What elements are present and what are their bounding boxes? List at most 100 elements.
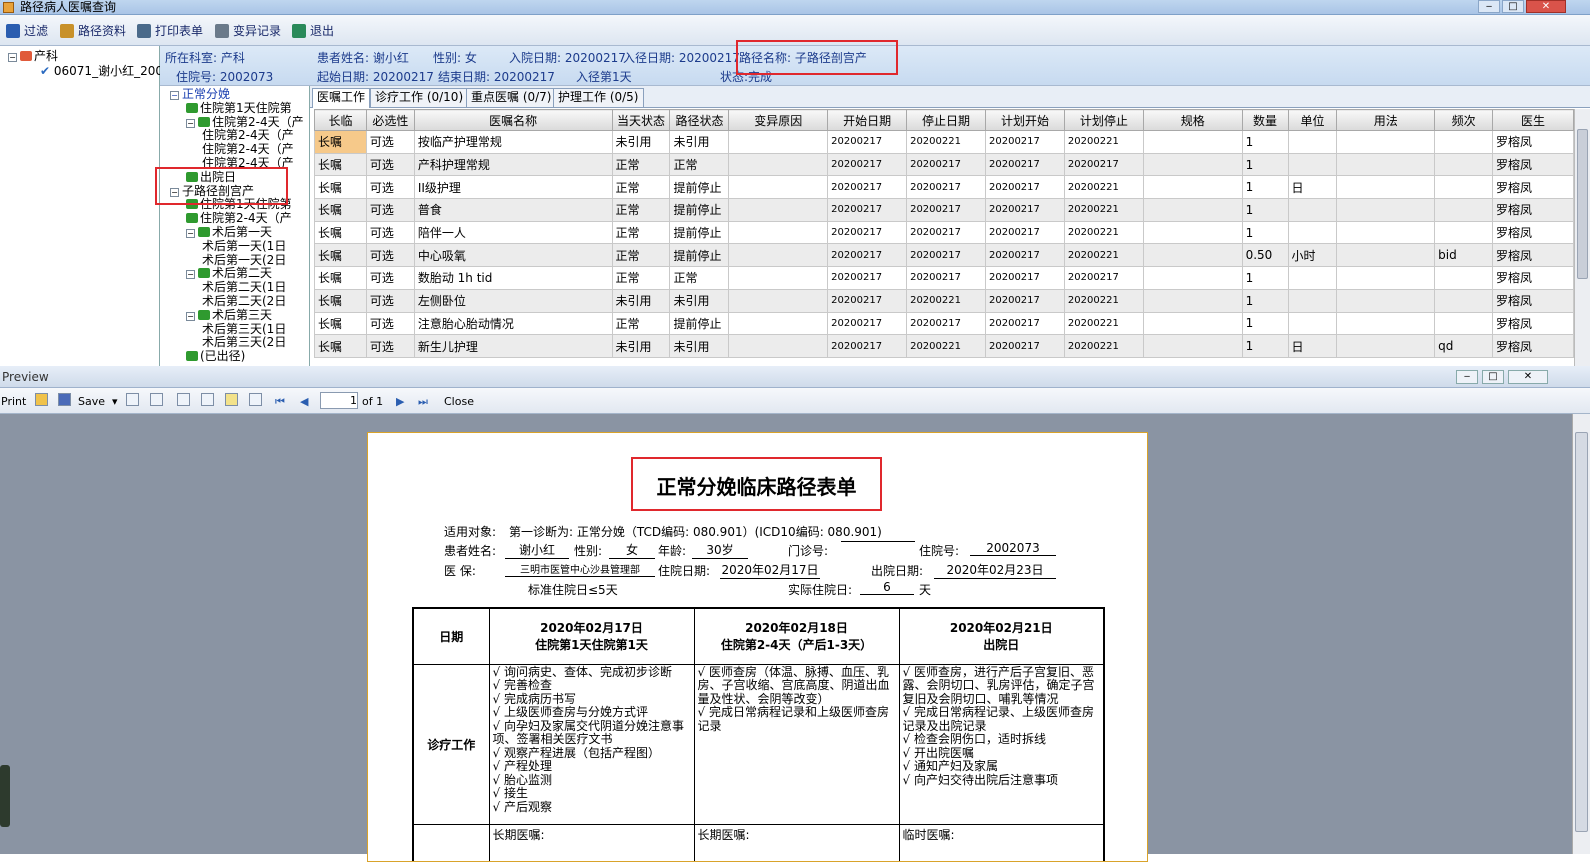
tree-node[interactable]: 住院第1天住院第 <box>186 198 292 211</box>
table-cell[interactable] <box>728 311 829 336</box>
table-cell[interactable] <box>1336 311 1436 336</box>
tree-node[interactable]: 住院第2-4天（产 <box>202 143 294 156</box>
table-cell[interactable]: 可选 <box>365 152 415 177</box>
edit-icon[interactable] <box>225 393 238 406</box>
table-cell[interactable]: 可选 <box>365 334 415 358</box>
table-cell[interactable]: 20200221 <box>906 288 986 313</box>
table-cell[interactable]: 长嘱 <box>314 288 367 313</box>
open-icon[interactable] <box>35 393 48 406</box>
tree-node[interactable]: (已出径) <box>186 350 245 363</box>
table-cell[interactable] <box>1287 220 1338 245</box>
table-cell[interactable] <box>728 334 829 358</box>
table-cell[interactable]: 20200217 <box>906 311 986 336</box>
table-cell[interactable]: 注意胎心胎动情况 <box>413 311 613 336</box>
table-cell[interactable] <box>728 220 829 245</box>
tree-node[interactable]: 术后第三天(1日 <box>202 322 286 336</box>
table-cell[interactable] <box>1336 175 1436 200</box>
tree-node[interactable]: 住院第1天住院第 <box>186 101 292 115</box>
grid-scrollbar[interactable] <box>1574 109 1590 366</box>
table-cell[interactable]: 20200217 <box>827 288 908 313</box>
table-cell[interactable]: 未引用 <box>669 130 730 154</box>
table-cell[interactable]: 长嘱 <box>314 243 367 268</box>
table-cell[interactable]: 1 <box>1241 266 1289 290</box>
table-cell[interactable]: 正常 <box>611 175 671 200</box>
table-cell[interactable] <box>1287 266 1338 290</box>
filter-button[interactable]: 过滤 <box>6 23 48 39</box>
table-cell[interactable]: 长嘱 <box>314 175 367 200</box>
table-cell[interactable] <box>728 288 829 313</box>
print-button[interactable]: Print <box>1 395 26 408</box>
table-cell[interactable]: 未引用 <box>611 334 671 358</box>
column-header[interactable]: 频次 <box>1434 109 1494 131</box>
table-cell[interactable] <box>1142 266 1243 290</box>
table-cell[interactable] <box>1336 266 1436 290</box>
collapse-icon[interactable]: − <box>186 311 195 321</box>
table-cell[interactable]: 未引用 <box>611 130 671 154</box>
table-cell[interactable] <box>1434 198 1494 222</box>
table-cell[interactable] <box>1336 243 1436 268</box>
table-cell[interactable]: 正常 <box>611 198 671 222</box>
save-icon[interactable] <box>58 393 71 406</box>
find-icon[interactable] <box>150 393 163 406</box>
table-cell[interactable]: 可选 <box>365 175 415 200</box>
table-cell[interactable]: 日 <box>1287 334 1338 358</box>
table-cell[interactable]: 20200221 <box>906 130 986 154</box>
table-cell[interactable]: 罗榕凤 <box>1492 130 1574 154</box>
table-cell[interactable] <box>1434 175 1494 200</box>
tab-diagnosis-work[interactable]: 诊疗工作 (0/10) <box>370 88 469 107</box>
table-cell[interactable] <box>728 198 829 222</box>
table-cell[interactable]: 20200217 <box>985 152 1065 177</box>
preview-close-button[interactable]: ✕ <box>1508 370 1548 384</box>
tree-node[interactable]: − 子路径剖宫产 <box>170 184 254 198</box>
table-cell[interactable]: 20200217 <box>1063 266 1144 290</box>
table-cell[interactable] <box>728 152 829 177</box>
table-cell[interactable]: bid <box>1434 243 1494 268</box>
table-cell[interactable]: 20200217 <box>985 220 1065 245</box>
close-window-button[interactable]: ✕ <box>1526 0 1566 13</box>
path-info-button[interactable]: 路径资料 <box>60 23 126 39</box>
tree-node[interactable]: 术后第一天(1日 <box>202 239 286 253</box>
collapse-icon[interactable]: − <box>186 270 195 280</box>
tree-node[interactable]: 住院第2-4天（产 <box>186 212 292 225</box>
tree-node-dept[interactable]: − 产科 <box>8 50 58 63</box>
table-cell[interactable]: 20200217 <box>827 130 908 154</box>
table-cell[interactable]: 20200217 <box>827 198 908 222</box>
table-cell[interactable]: 20200221 <box>1063 334 1144 358</box>
table-cell[interactable]: 20200221 <box>1063 220 1144 245</box>
table-cell[interactable]: 日 <box>1287 175 1338 200</box>
table-cell[interactable] <box>1142 334 1243 358</box>
table-cell[interactable]: 20200217 <box>985 130 1065 154</box>
table-cell[interactable] <box>1434 288 1494 313</box>
table-cell[interactable]: 20200221 <box>1063 243 1144 268</box>
table-cell[interactable]: qd <box>1434 334 1494 358</box>
table-cell[interactable]: 正常 <box>611 220 671 245</box>
table-cell[interactable] <box>1142 311 1243 336</box>
table-cell[interactable]: 新生儿护理 <box>413 334 613 358</box>
table-cell[interactable] <box>1336 152 1436 177</box>
table-cell[interactable]: 20200217 <box>827 266 908 290</box>
save-dropdown-icon[interactable]: ▾ <box>112 395 118 408</box>
table-cell[interactable]: 罗榕凤 <box>1492 198 1574 222</box>
tree-node[interactable]: − 术后第三天 <box>186 308 272 322</box>
table-cell[interactable] <box>1142 130 1243 154</box>
table-cell[interactable]: 可选 <box>365 220 415 245</box>
table-cell[interactable]: 1 <box>1241 311 1289 336</box>
tree-node[interactable]: − 术后第一天 <box>186 226 272 239</box>
table-cell[interactable]: 未引用 <box>611 288 671 313</box>
table-cell[interactable]: 可选 <box>365 130 415 154</box>
next-page-icon[interactable]: ▶ <box>396 395 404 408</box>
zoom-icon[interactable] <box>201 393 214 406</box>
preview-minimize-button[interactable]: ‒ <box>1456 370 1478 384</box>
table-cell[interactable]: 20200221 <box>1063 130 1144 154</box>
tree-node[interactable]: − 术后第二天 <box>186 267 272 280</box>
tree-node[interactable]: − 住院第2-4天（产 <box>186 115 304 129</box>
table-cell[interactable]: 长嘱 <box>314 220 367 245</box>
table-cell[interactable] <box>1142 220 1243 245</box>
table-cell[interactable] <box>728 130 829 154</box>
table-cell[interactable]: 长嘱 <box>314 334 367 358</box>
tab-key-orders[interactable]: 重点医嘱 (0/7) <box>466 88 557 107</box>
tree-node[interactable]: 出院日 <box>186 170 236 184</box>
table-cell[interactable] <box>1434 152 1494 177</box>
table-cell[interactable]: 正常 <box>611 266 671 290</box>
table-cell[interactable]: 20200217 <box>906 220 986 245</box>
